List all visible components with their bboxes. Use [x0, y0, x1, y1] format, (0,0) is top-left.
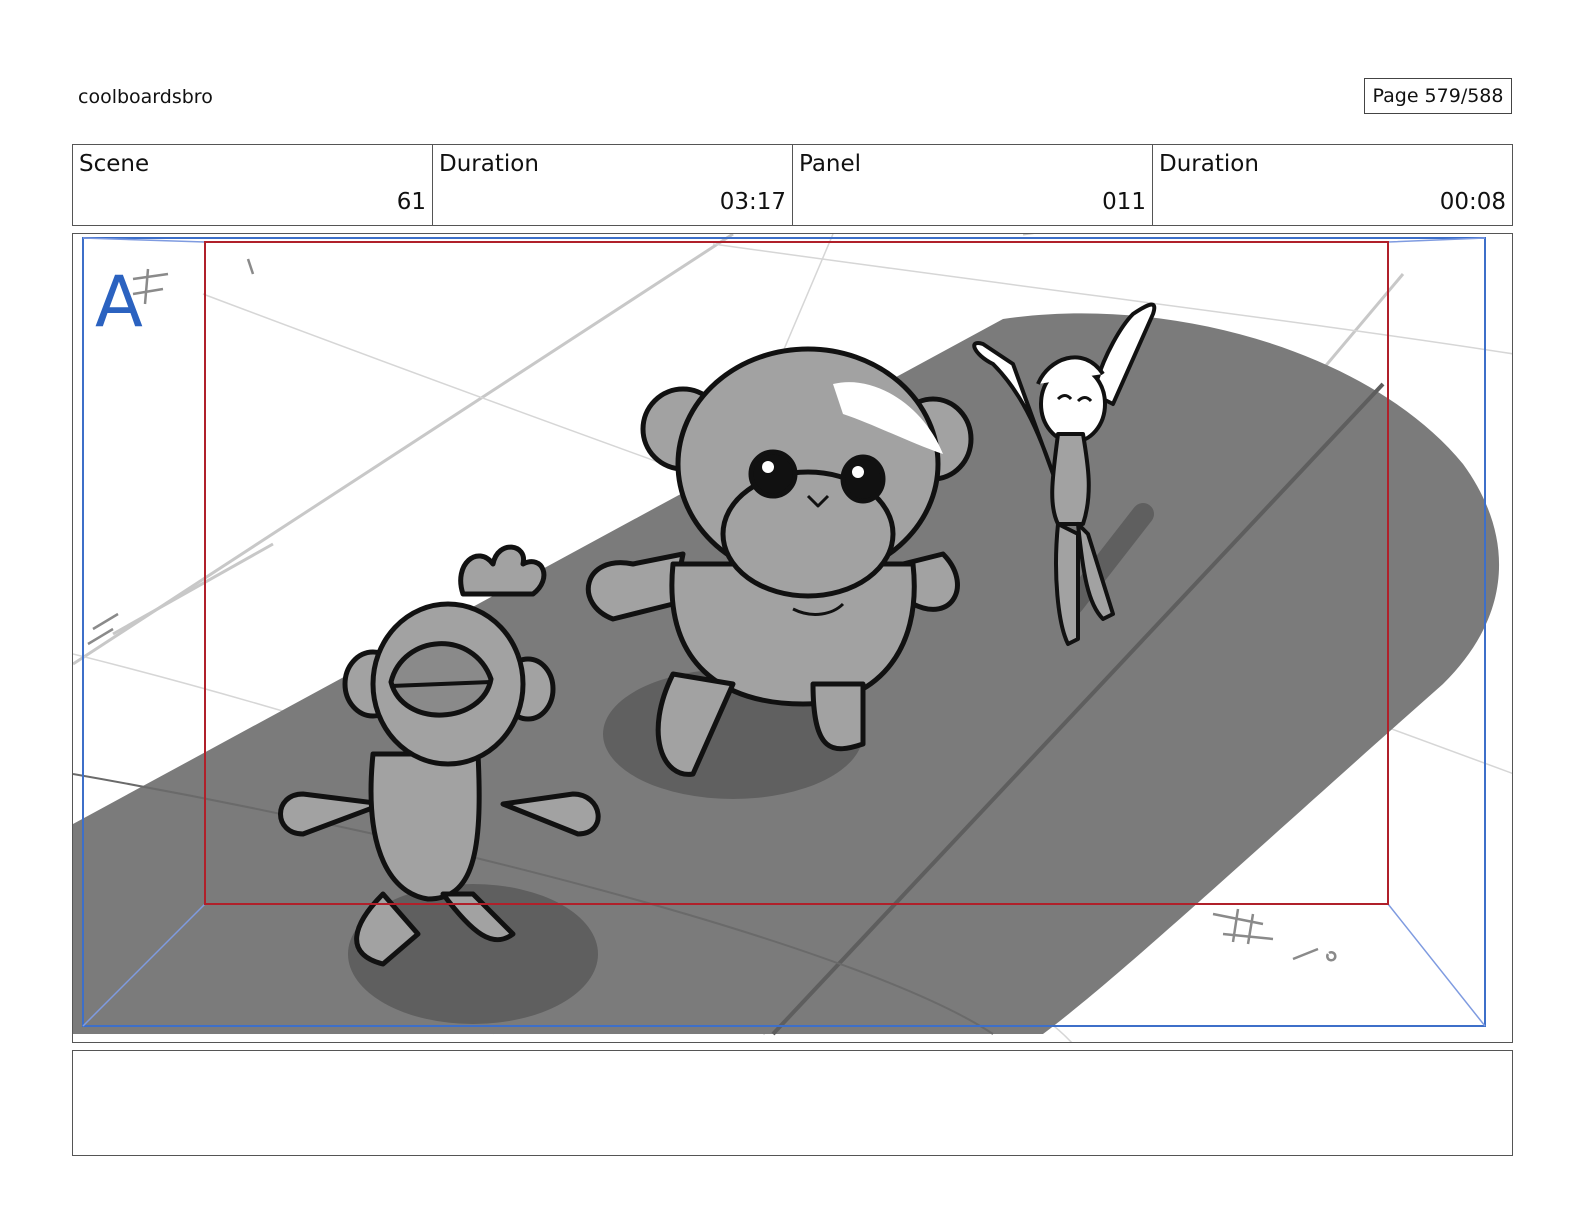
panel-duration-label: Duration — [1159, 151, 1259, 177]
panel-value: 011 — [1102, 189, 1146, 215]
panel-duration-value: 00:08 — [1439, 189, 1506, 215]
page-number-box: Page 579/588 — [1364, 78, 1512, 114]
panel-marker: A — [95, 261, 143, 343]
panel-sketch: A — [73, 234, 1512, 1042]
panel-info-table: Scene 61 Duration 03:17 Panel 011 Durati… — [72, 144, 1513, 226]
scene-duration-cell: Duration 03:17 — [433, 145, 793, 225]
header-title: coolboardsbro — [78, 86, 213, 108]
scene-duration-label: Duration — [439, 151, 539, 177]
notes-box — [72, 1050, 1513, 1156]
scene-value: 61 — [396, 189, 426, 215]
storyboard-panel: A — [72, 233, 1513, 1043]
scene-cell: Scene 61 — [73, 145, 433, 225]
panel-label: Panel — [799, 151, 862, 177]
panel-duration-cell: Duration 00:08 — [1153, 145, 1512, 225]
scene-duration-value: 03:17 — [719, 189, 786, 215]
scene-label: Scene — [79, 151, 150, 177]
panel-cell: Panel 011 — [793, 145, 1153, 225]
